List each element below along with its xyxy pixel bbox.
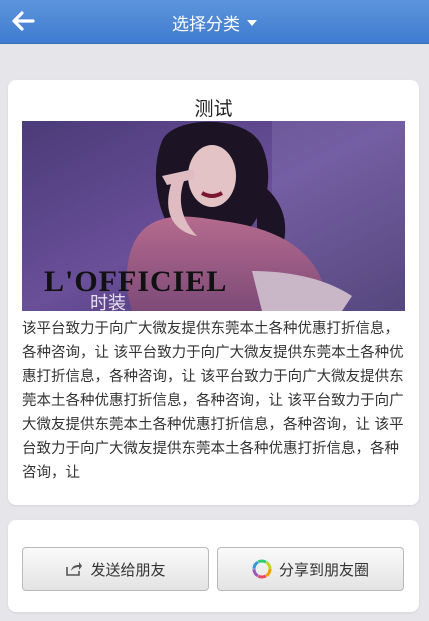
share-actions-card: 发送给朋友 分享到朋友圈 — [8, 520, 419, 612]
post-card: 测试 L'OFFICIEL 时装 该平台致力于向广大微友提供东莞本土各种优惠打折… — [8, 80, 419, 505]
moments-icon — [252, 559, 272, 579]
magazine-subtitle-text: 时装 — [90, 293, 126, 311]
share-out-icon — [65, 561, 83, 577]
share-to-moments-button[interactable]: 分享到朋友圈 — [217, 547, 404, 591]
top-navigation-bar: 选择分类 — [0, 0, 429, 44]
share-to-moments-label: 分享到朋友圈 — [278, 560, 369, 579]
category-selector[interactable]: 选择分类 — [0, 0, 429, 44]
post-image: L'OFFICIEL 时装 — [22, 121, 405, 311]
post-title: 测试 — [194, 98, 233, 120]
send-to-friend-label: 发送给朋友 — [90, 560, 166, 579]
send-to-friend-button[interactable]: 发送给朋友 — [22, 547, 209, 591]
magazine-brand-text: L'OFFICIEL — [44, 265, 227, 298]
page-title: 选择分类 — [172, 14, 240, 35]
chevron-down-icon — [247, 20, 257, 26]
post-description: 该平台致力于向广大微友提供东莞本土各种优惠打折信息，各种咨询，让 该平台致力于向… — [22, 321, 404, 481]
